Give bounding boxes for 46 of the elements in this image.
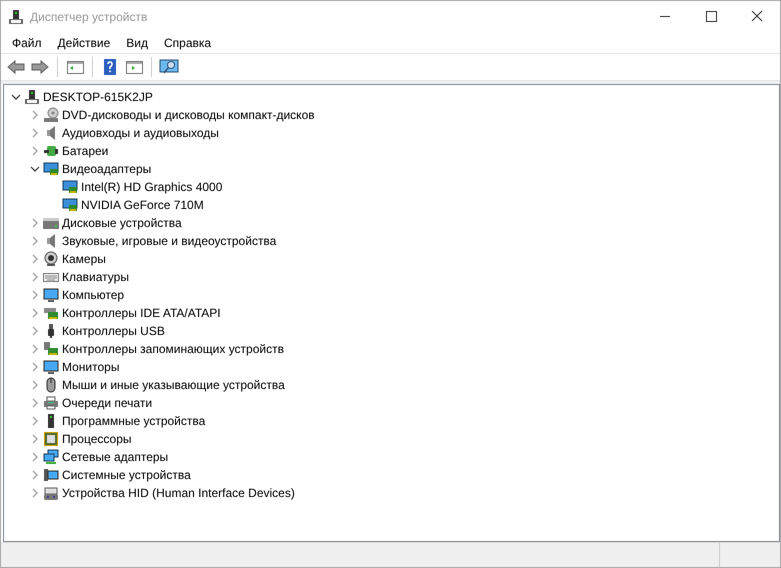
tree-item[interactable]: DVD-дисководы и дисководы компакт-дисков bbox=[62, 108, 315, 122]
menu-item[interactable]: Действие bbox=[50, 36, 118, 50]
controller-card-icon bbox=[43, 305, 59, 321]
tree-item[interactable]: Дисковые устройства bbox=[62, 216, 182, 230]
window-title: Диспетчер устройств bbox=[30, 10, 148, 24]
disk-drive-icon bbox=[43, 215, 59, 231]
menu-item[interactable]: Вид bbox=[118, 36, 156, 50]
menu-item[interactable]: Файл bbox=[4, 36, 50, 50]
tree-item[interactable]: Процессоры bbox=[62, 432, 132, 446]
tree-item[interactable]: Компьютер bbox=[62, 288, 124, 302]
tree-item[interactable]: Аудиовходы и аудиовыходы bbox=[62, 126, 219, 140]
tree-item[interactable]: DESKTOP-615K2JP bbox=[43, 90, 153, 104]
tree-item[interactable]: Intel(R) HD Graphics 4000 bbox=[81, 180, 222, 194]
monitor-icon bbox=[43, 359, 59, 375]
display-adapter-icon bbox=[62, 179, 78, 195]
tree-item[interactable]: Программные устройства bbox=[62, 414, 206, 428]
display-adapter-icon bbox=[62, 197, 78, 213]
tree-item[interactable]: Клавиатуры bbox=[62, 270, 129, 284]
tree-item[interactable]: Системные устройства bbox=[62, 468, 191, 482]
display-adapter-icon bbox=[43, 161, 59, 177]
tree-item[interactable]: Контроллеры IDE ATA/ATAPI bbox=[62, 306, 221, 320]
menu-item[interactable]: Справка bbox=[156, 36, 220, 50]
system-device-icon bbox=[43, 467, 59, 483]
tree-item[interactable]: Контроллеры запоминающих устройств bbox=[62, 342, 284, 356]
chip-icon bbox=[43, 431, 59, 447]
gamepad-keyboard-icon bbox=[43, 485, 59, 501]
computer-icon bbox=[24, 89, 40, 105]
tree-item[interactable]: Батареи bbox=[62, 144, 108, 158]
monitor-icon bbox=[43, 287, 59, 303]
tree-item[interactable]: Устройства HID (Human Interface Devices) bbox=[62, 486, 295, 500]
disc-drive-icon bbox=[43, 107, 59, 123]
tree-item[interactable]: Мониторы bbox=[62, 360, 120, 374]
tree-item[interactable]: Контроллеры USB bbox=[62, 324, 165, 338]
battery-plug-icon bbox=[43, 143, 59, 159]
tree-item[interactable]: Мыши и иные указывающие устройства bbox=[62, 378, 285, 392]
tree-item[interactable]: NVIDIA GeForce 710M bbox=[81, 198, 204, 212]
tree-item[interactable]: Видеоадаптеры bbox=[62, 162, 152, 176]
tree-item[interactable]: Сетевые адаптеры bbox=[62, 450, 168, 464]
printer-icon bbox=[43, 395, 59, 411]
network-icon bbox=[43, 449, 59, 465]
tree-item[interactable]: Звуковые, игровые и видеоустройства bbox=[62, 234, 276, 248]
tree-item[interactable]: Очереди печати bbox=[62, 396, 152, 410]
tree-item[interactable]: Камеры bbox=[62, 252, 106, 266]
app-icon bbox=[8, 8, 24, 24]
storage-controller-icon bbox=[43, 341, 59, 357]
webcam-icon bbox=[43, 251, 59, 267]
